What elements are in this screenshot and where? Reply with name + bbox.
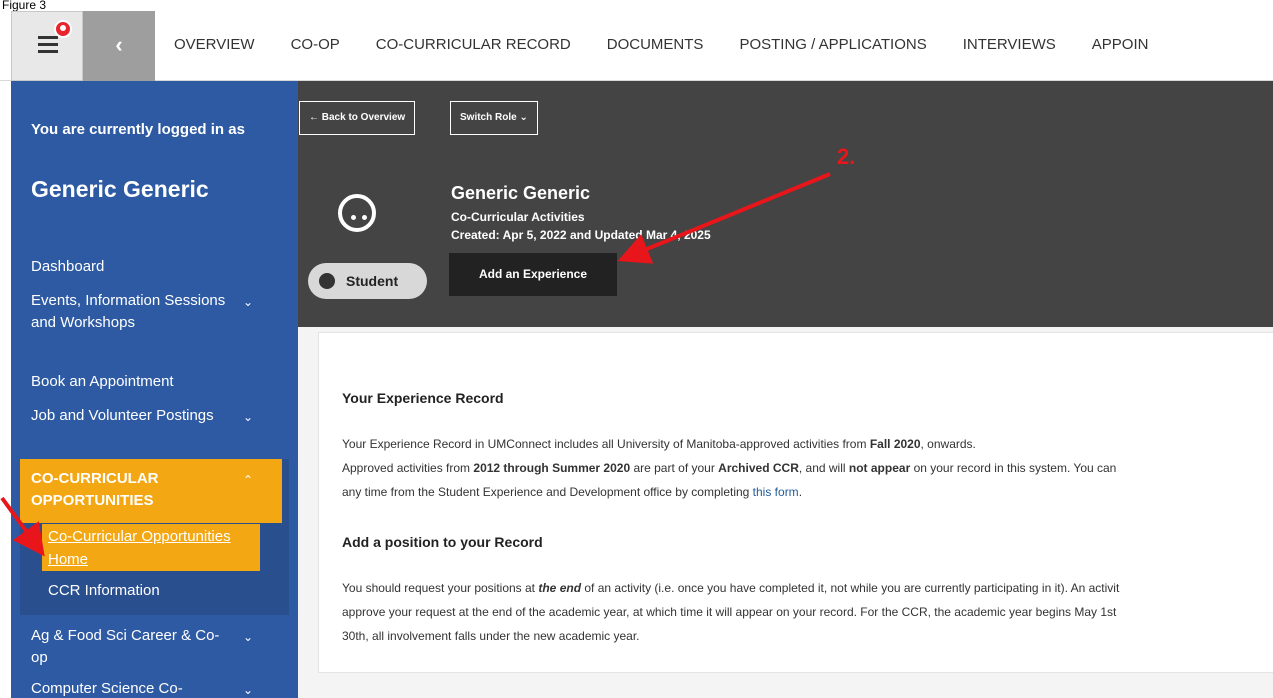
- top-navigation: ‹ OVERVIEW CO-OP CO-CURRICULAR RECORD DO…: [0, 11, 1273, 81]
- sidebar-item-ccr-information[interactable]: CCR Information: [48, 580, 160, 602]
- user-name: Generic Generic: [31, 176, 209, 202]
- sidebar-item-ag-food-sci[interactable]: Ag & Food Sci Career & Co-op: [31, 625, 231, 669]
- paragraph-position-2: approve your request at the end of the a…: [342, 605, 1117, 619]
- section-heading-add-position: Add a position to your Record: [342, 534, 543, 550]
- sidebar: You are currently logged in as Generic G…: [11, 81, 298, 698]
- tab-co-op[interactable]: CO-OP: [291, 11, 340, 81]
- paragraph-form-note: any time from the Student Experience and…: [342, 485, 803, 499]
- chevron-up-icon[interactable]: ⌃: [243, 473, 253, 487]
- chevron-down-icon[interactable]: ⌄: [243, 630, 253, 644]
- sidebar-item-dashboard[interactable]: Dashboard: [31, 256, 231, 278]
- sidebar-item-computer-science[interactable]: Computer Science Co-: [31, 678, 231, 698]
- sidebar-item-co-curricular-opportunities[interactable]: CO-CURRICULAR OPPORTUNITIES ⌃: [20, 459, 282, 523]
- tab-documents[interactable]: DOCUMENTS: [607, 11, 704, 81]
- back-to-overview-button[interactable]: ← Back to Overview: [299, 101, 416, 135]
- this-form-link[interactable]: this form: [753, 485, 799, 499]
- profile-name: Generic Generic: [451, 183, 591, 203]
- tab-co-curricular-record[interactable]: CO-CURRICULAR RECORD: [376, 11, 571, 81]
- sidebar-item-events[interactable]: Events, Information Sessions and Worksho…: [31, 290, 231, 334]
- paragraph-position-1: You should request your positions at the…: [342, 581, 1120, 595]
- profile-subtitle: Co-Curricular Activities: [451, 210, 585, 224]
- experience-record-card: Your Experience Record Your Experience R…: [318, 332, 1273, 673]
- notification-badge: [54, 20, 72, 38]
- menu-button[interactable]: [11, 11, 83, 81]
- ccr-section-label: CO-CURRICULAR OPPORTUNITIES: [31, 470, 159, 509]
- profile-dates: Created: Apr 5, 2022 and Updated Mar 4, …: [451, 228, 711, 242]
- annotation-number: 2.: [837, 144, 856, 169]
- sidebar-item-book-appointment[interactable]: Book an Appointment: [31, 371, 231, 393]
- section-heading-experience-record: Your Experience Record: [342, 390, 504, 406]
- tab-appointments[interactable]: APPOIN: [1092, 11, 1149, 81]
- collapse-sidebar-button[interactable]: ‹: [83, 11, 155, 81]
- paragraph-archived-note: Approved activities from 2012 through Su…: [342, 461, 1117, 475]
- chevron-down-icon[interactable]: ⌄: [243, 295, 253, 309]
- tab-postings-applications[interactable]: POSTING / APPLICATIONS: [739, 11, 926, 81]
- sidebar-item-job-postings[interactable]: Job and Volunteer Postings: [31, 405, 231, 427]
- switch-role-button[interactable]: Switch Role ⌄: [450, 101, 538, 135]
- tab-interviews[interactable]: INTERVIEWS: [963, 11, 1056, 81]
- chevron-down-icon[interactable]: ⌄: [243, 683, 253, 697]
- add-experience-button[interactable]: Add an Experience: [449, 253, 617, 296]
- nav-tabs: OVERVIEW CO-OP CO-CURRICULAR RECORD DOCU…: [155, 11, 1165, 81]
- role-badge-label: Student: [346, 273, 399, 289]
- paragraph-position-3: 30th, all involvement falls under the ne…: [342, 629, 640, 643]
- paragraph-record-intro: Your Experience Record in UMConnect incl…: [342, 437, 976, 451]
- avatar-icon: [338, 194, 376, 232]
- role-badge: Student: [308, 263, 427, 299]
- sidebar-item-ccr-home[interactable]: Co-Curricular Opportunities Home: [42, 524, 260, 571]
- chevron-down-icon[interactable]: ⌄: [243, 410, 253, 424]
- tab-overview[interactable]: OVERVIEW: [174, 11, 255, 81]
- profile-header: ← Back to Overview Switch Role ⌄ Student…: [298, 81, 1273, 327]
- status-dot-icon: [319, 273, 335, 289]
- main-content: Your Experience Record Your Experience R…: [298, 327, 1273, 698]
- login-intro: You are currently logged in as: [31, 121, 245, 138]
- hamburger-icon: [38, 36, 58, 57]
